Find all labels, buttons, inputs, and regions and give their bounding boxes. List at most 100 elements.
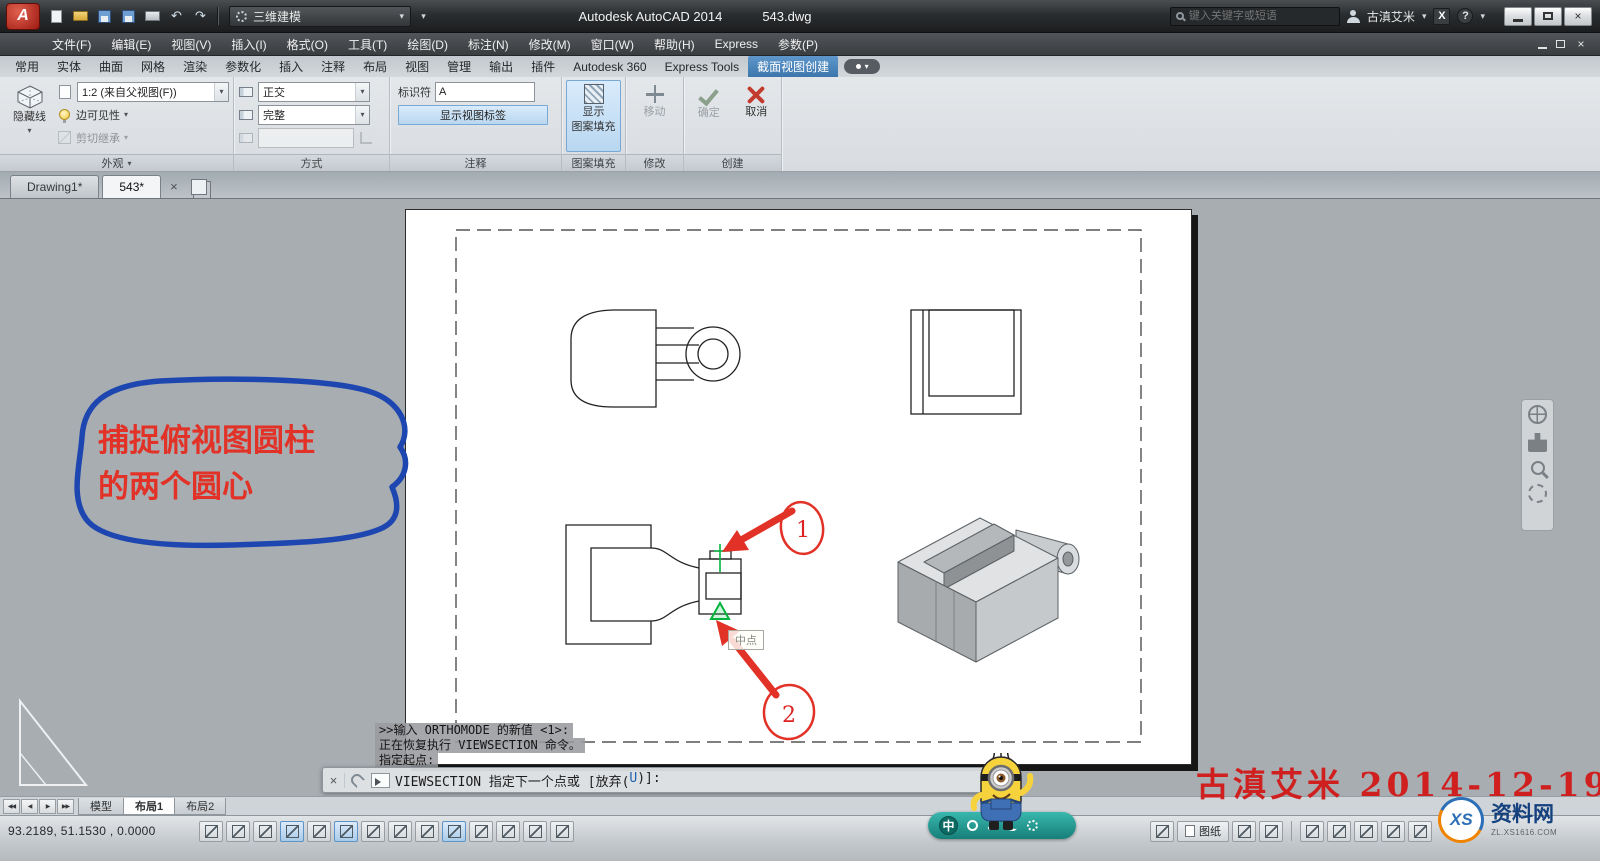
- doc-close-icon[interactable]: ×: [1574, 37, 1588, 51]
- layout-paper[interactable]: [405, 209, 1192, 765]
- menu-format[interactable]: 格式(O): [277, 33, 338, 55]
- ribbon-tab-mesh[interactable]: 网格: [132, 56, 174, 77]
- panel-label-appearance[interactable]: 外观 ▾: [0, 154, 233, 171]
- projection-dropdown[interactable]: 正交 ▾: [258, 81, 370, 102]
- menu-dimension[interactable]: 标注(N): [458, 33, 519, 55]
- command-close-icon[interactable]: ×: [323, 772, 345, 788]
- ribbon-tab-surface[interactable]: 曲面: [90, 56, 132, 77]
- new-drawing-button[interactable]: [45, 6, 68, 27]
- menu-express[interactable]: Express: [705, 33, 768, 55]
- exchange-apps-icon[interactable]: X: [1433, 7, 1451, 25]
- command-line-bar[interactable]: × VIEWSECTION 指定下一个点或 [放弃(U)]:: [322, 767, 1010, 793]
- search-input[interactable]: [1188, 10, 1334, 22]
- quick-view-drawings-button[interactable]: [1259, 820, 1283, 842]
- file-tab-drawing1[interactable]: Drawing1*: [10, 175, 100, 198]
- model-space-button[interactable]: [1150, 820, 1174, 842]
- toggle-selection-cycling[interactable]: [550, 820, 574, 842]
- minimize-button[interactable]: [1504, 6, 1532, 26]
- file-tab-close-icon[interactable]: ×: [164, 175, 184, 198]
- menu-modify[interactable]: 修改(M): [519, 33, 581, 55]
- ribbon-tab-home[interactable]: 常用: [6, 56, 48, 77]
- toggle-infer-constraints[interactable]: [199, 820, 223, 842]
- save-button[interactable]: [93, 6, 116, 27]
- ribbon-tab-plugins[interactable]: 插件: [522, 56, 564, 77]
- ok-button[interactable]: 确定: [688, 80, 730, 152]
- clean-screen-button[interactable]: [1408, 820, 1432, 842]
- menu-insert[interactable]: 插入(I): [221, 33, 276, 55]
- toggle-osnap-tracking[interactable]: [388, 820, 412, 842]
- drawing-canvas[interactable]: 捕捉俯视图圆柱 的两个圆心 1 2 中点 >>输入 ORTHOMODE 的新值 …: [0, 199, 1600, 796]
- close-button[interactable]: ×: [1564, 6, 1592, 26]
- workspace-dropdown[interactable]: 三维建模 ▾: [229, 5, 411, 27]
- panel-label-create[interactable]: 创建: [684, 154, 781, 171]
- annotation-visibility-button[interactable]: [1327, 820, 1351, 842]
- depth-dropdown[interactable]: 完整 ▾: [258, 104, 370, 125]
- show-view-label-toggle[interactable]: 显示视图标签: [398, 104, 548, 125]
- identifier-input[interactable]: [435, 81, 535, 102]
- tab-layout1[interactable]: 布局1: [123, 797, 176, 815]
- undo-button[interactable]: ↶: [165, 6, 188, 27]
- menu-file[interactable]: 文件(F): [42, 33, 101, 55]
- toggle-dynamic-ucs[interactable]: [415, 820, 439, 842]
- last-tab-button[interactable]: ▶▶: [57, 798, 74, 814]
- show-hatch-toggle[interactable]: 显示 图案填充: [566, 80, 621, 152]
- ime-chinese-indicator[interactable]: 中: [939, 816, 958, 835]
- menu-help[interactable]: 帮助(H): [644, 33, 705, 55]
- ribbon-tab-solid[interactable]: 实体: [48, 56, 90, 77]
- workspace-switch-button[interactable]: [1354, 820, 1378, 842]
- signed-in-user[interactable]: 古滇艾米: [1367, 8, 1415, 25]
- toggle-object-snap[interactable]: [334, 820, 358, 842]
- ribbon-tab-parametric[interactable]: 参数化: [216, 56, 270, 77]
- next-tab-button[interactable]: ▶: [39, 798, 56, 814]
- toggle-polar-tracking[interactable]: [307, 820, 331, 842]
- new-tab-button[interactable]: [190, 179, 207, 195]
- menu-parameters[interactable]: 参数(P): [768, 33, 828, 55]
- ribbon-tab-insert[interactable]: 插入: [270, 56, 312, 77]
- help-menu-chevron-icon[interactable]: ▾: [1480, 11, 1485, 22]
- annotation-scale-button[interactable]: [1300, 820, 1324, 842]
- qat-customize-button[interactable]: ▾: [412, 6, 435, 27]
- navigation-wheel-icon[interactable]: [1528, 405, 1547, 424]
- ribbon-tab-section-view-creation[interactable]: 截面视图创建: [748, 56, 839, 77]
- ribbon-minimize-button[interactable]: ▾: [844, 59, 881, 74]
- hidden-lines-button[interactable]: 隐藏线 ▾: [4, 80, 55, 152]
- file-tab-543[interactable]: 543*: [102, 175, 162, 198]
- ribbon-tab-manage[interactable]: 管理: [438, 56, 480, 77]
- panel-label-hatch[interactable]: 图案填充: [562, 154, 625, 171]
- tab-layout2[interactable]: 布局2: [174, 797, 227, 815]
- command-prompt[interactable]: VIEWSECTION 指定下一个点或 [放弃(U)]:: [395, 771, 661, 790]
- ribbon-tab-render[interactable]: 渲染: [174, 56, 216, 77]
- prev-tab-button[interactable]: ◀: [21, 798, 38, 814]
- ribbon-tab-autodesk360[interactable]: Autodesk 360: [564, 56, 655, 77]
- command-customize-button[interactable]: [345, 771, 369, 789]
- ribbon-tab-express-tools[interactable]: Express Tools: [656, 56, 748, 77]
- pan-hand-icon[interactable]: [1528, 433, 1547, 452]
- toggle-transparency[interactable]: [496, 820, 520, 842]
- panel-label-annotation[interactable]: 注释: [390, 154, 561, 171]
- tab-model[interactable]: 模型: [78, 797, 124, 815]
- move-button[interactable]: 移动: [630, 80, 679, 152]
- paper-space-button[interactable]: 图纸: [1177, 820, 1229, 842]
- autocad-logo-button[interactable]: A: [6, 2, 40, 30]
- depth-distance-input[interactable]: [258, 127, 354, 148]
- toggle-quick-properties[interactable]: [523, 820, 547, 842]
- menu-tools[interactable]: 工具(T): [338, 33, 397, 55]
- cancel-button[interactable]: 取消: [736, 80, 778, 152]
- toggle-grid-display[interactable]: [253, 820, 277, 842]
- menu-edit[interactable]: 编辑(E): [101, 33, 161, 55]
- panel-label-method[interactable]: 方式: [234, 154, 389, 171]
- user-menu-chevron-icon[interactable]: ▾: [1422, 11, 1427, 22]
- ribbon-tab-view[interactable]: 视图: [396, 56, 438, 77]
- help-icon[interactable]: ?: [1457, 8, 1474, 24]
- quick-view-layouts-button[interactable]: [1232, 820, 1256, 842]
- ribbon-tab-layout[interactable]: 布局: [354, 56, 396, 77]
- open-button[interactable]: [69, 6, 92, 27]
- zoom-icon[interactable]: [1530, 461, 1545, 475]
- first-tab-button[interactable]: ◀◀: [3, 798, 20, 814]
- lock-ui-button[interactable]: [1381, 820, 1405, 842]
- doc-restore-icon[interactable]: [1556, 40, 1565, 48]
- ribbon-tab-annotate[interactable]: 注释: [312, 56, 354, 77]
- edge-visibility-label[interactable]: 边可见性: [76, 107, 120, 123]
- redo-button[interactable]: ↷: [189, 6, 212, 27]
- toggle-3d-object-snap[interactable]: [361, 820, 385, 842]
